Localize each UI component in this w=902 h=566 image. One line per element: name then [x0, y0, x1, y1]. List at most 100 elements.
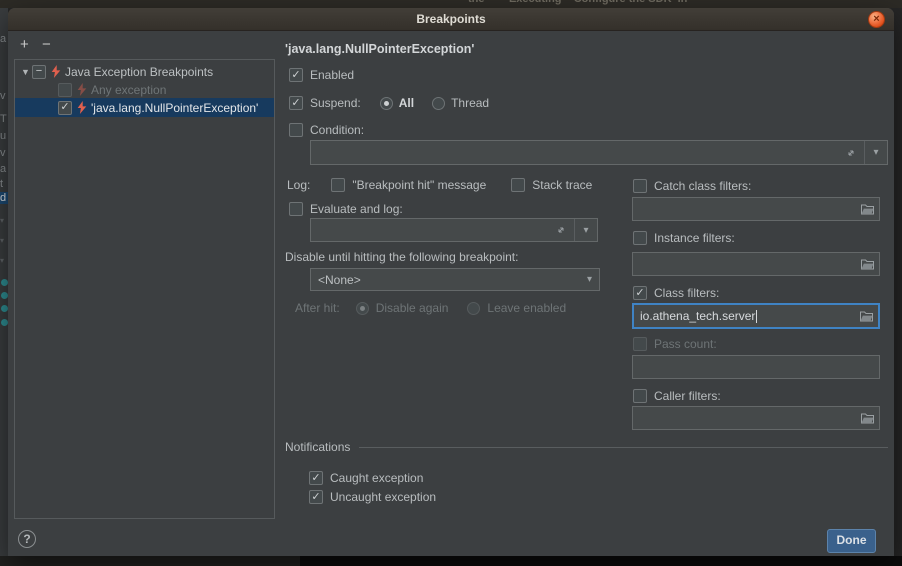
browse-folder-icon[interactable]: [855, 259, 879, 270]
pass-count-input[interactable]: [632, 355, 880, 379]
background-class-icon: [1, 292, 8, 299]
notifications-title: Notifications: [285, 440, 350, 454]
dialog-title: Breakpoints: [8, 8, 894, 30]
caller-filters-label: Caller filters:: [654, 389, 721, 403]
caller-filters-input[interactable]: [632, 406, 880, 430]
catch-class-filters-checkbox[interactable]: [633, 179, 647, 193]
instance-filters-row: Instance filters:: [633, 231, 735, 245]
background-letter: a: [0, 33, 6, 45]
tree-group-java-exception-breakpoints[interactable]: ▼ − Java Exception Breakpoints: [15, 62, 274, 81]
condition-input[interactable]: ▾: [310, 140, 888, 165]
class-filters-label: Class filters:: [654, 286, 719, 300]
evaluate-history-dropdown[interactable]: ▾: [574, 219, 597, 241]
log-row: Log: "Breakpoint hit" message Stack trac…: [287, 178, 592, 192]
disable-again-label: Disable again: [376, 301, 449, 315]
class-filters-row: ✓ Class filters:: [633, 286, 719, 300]
class-filters-checkbox[interactable]: ✓: [633, 286, 647, 300]
instance-filters-checkbox[interactable]: [633, 231, 647, 245]
close-button[interactable]: ×: [868, 11, 885, 28]
browse-folder-icon[interactable]: [855, 413, 879, 424]
background-title-fragment: the Executing Configure the SDK in: [468, 0, 687, 5]
uncaught-exception-checkbox[interactable]: ✓: [309, 490, 323, 504]
close-icon: ×: [873, 13, 879, 25]
evaluate-row: Evaluate and log:: [289, 202, 403, 216]
item-checkbox[interactable]: [58, 83, 72, 97]
breakpoint-name-header: 'java.lang.NullPointerException': [285, 42, 474, 56]
tree-expand-icon[interactable]: ▼: [19, 67, 32, 77]
condition-history-dropdown[interactable]: ▾: [864, 141, 887, 164]
enabled-label: Enabled: [310, 68, 354, 82]
background-letter: v: [0, 90, 6, 102]
expand-editor-icon[interactable]: [548, 224, 574, 236]
browse-folder-icon[interactable]: [854, 311, 878, 322]
caught-exception-checkbox[interactable]: ✓: [309, 471, 323, 485]
background-letter: t: [0, 178, 3, 190]
tree-item-any-exception[interactable]: Any exception: [15, 81, 274, 98]
leave-enabled-radio[interactable]: [467, 302, 480, 315]
background-window-strip: the Executing Configure the SDK in: [0, 0, 902, 8]
background-class-icon: [1, 305, 8, 312]
item-checkbox[interactable]: ✓: [58, 101, 72, 115]
disable-until-label: Disable until hitting the following brea…: [285, 250, 518, 264]
title-bar[interactable]: Breakpoints ×: [8, 8, 894, 31]
help-button[interactable]: ?: [18, 530, 36, 548]
group-checkbox[interactable]: −: [32, 65, 46, 79]
leave-enabled-label: Leave enabled: [487, 301, 566, 315]
background-desktop-segment: [0, 556, 300, 566]
catch-class-filters-label: Catch class filters:: [654, 179, 751, 193]
caught-exception-label: Caught exception: [330, 471, 423, 485]
instance-filters-label: Instance filters:: [654, 231, 735, 245]
exception-bolt-icon: [76, 101, 88, 114]
suspend-all-label: All: [399, 96, 414, 110]
background-letter: a: [0, 163, 6, 175]
enabled-checkbox[interactable]: ✓: [289, 68, 303, 82]
stack-trace-checkbox[interactable]: [511, 178, 525, 192]
evaluate-input[interactable]: ▾: [310, 218, 598, 242]
evaluate-checkbox[interactable]: [289, 202, 303, 216]
suspend-all-radio[interactable]: [380, 97, 393, 110]
enabled-row: ✓ Enabled: [289, 68, 354, 82]
tree-group-label: Java Exception Breakpoints: [65, 65, 213, 79]
log-label: Log:: [287, 178, 310, 192]
suspend-checkbox[interactable]: ✓: [289, 96, 303, 110]
condition-label: Condition:: [310, 123, 364, 137]
after-hit-row: After hit: Disable again Leave enabled: [295, 301, 566, 315]
breakpoints-dialog: Breakpoints × + − ▼ − Java Exception Bre…: [8, 8, 894, 556]
background-desktop-strip: [0, 556, 902, 566]
class-filters-input[interactable]: io.athena_tech.server: [632, 303, 880, 329]
notifications-section: Notifications: [285, 440, 888, 454]
breakpoints-tree[interactable]: ▼ − Java Exception Breakpoints Any excep…: [14, 59, 275, 519]
breakpoint-hit-message-label: "Breakpoint hit" message: [352, 178, 486, 192]
background-letter: v: [0, 147, 6, 159]
breakpoint-hit-message-checkbox[interactable]: [331, 178, 345, 192]
background-chevron-icon: ▾: [0, 235, 4, 247]
instance-filters-input[interactable]: [632, 252, 880, 276]
pass-count-row: Pass count:: [633, 337, 717, 351]
caller-filters-row: Caller filters:: [633, 389, 721, 403]
catch-class-filters-row: Catch class filters:: [633, 179, 751, 193]
class-filters-value: io.athena_tech.server: [634, 309, 755, 323]
expand-editor-icon[interactable]: [838, 147, 864, 159]
pass-count-label: Pass count:: [654, 337, 717, 351]
browse-folder-icon[interactable]: [855, 204, 879, 215]
suspend-thread-radio[interactable]: [432, 97, 445, 110]
evaluate-label: Evaluate and log:: [310, 202, 403, 216]
exception-bolt-icon: [76, 83, 88, 96]
background-chevron-icon: ▾: [0, 215, 4, 227]
tree-item-nullpointerexception[interactable]: ✓ 'java.lang.NullPointerException': [15, 98, 274, 117]
stack-trace-label: Stack trace: [532, 178, 592, 192]
after-hit-label: After hit:: [295, 301, 340, 315]
add-breakpoint-button[interactable]: +: [20, 38, 29, 52]
suspend-label: Suspend:: [310, 96, 361, 110]
remove-breakpoint-button[interactable]: −: [42, 38, 51, 52]
caller-filters-checkbox[interactable]: [633, 389, 647, 403]
help-icon: ?: [23, 532, 30, 546]
done-button[interactable]: Done: [827, 529, 876, 553]
disable-until-select[interactable]: <None> ▾: [310, 268, 600, 291]
catch-class-filters-input[interactable]: [632, 197, 880, 221]
background-selected-letter: d: [0, 192, 8, 204]
disable-again-radio[interactable]: [356, 302, 369, 315]
pass-count-checkbox[interactable]: [633, 337, 647, 351]
condition-checkbox[interactable]: [289, 123, 303, 137]
suspend-thread-label: Thread: [451, 96, 489, 110]
